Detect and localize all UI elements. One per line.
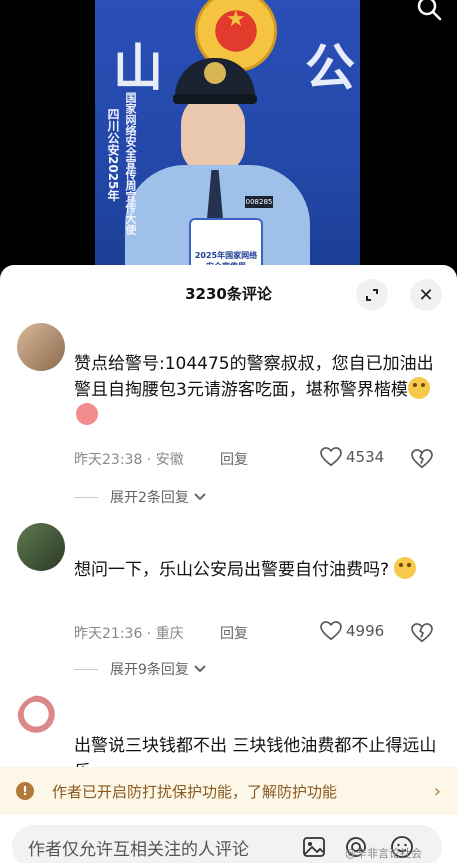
- comment-item: 出警说三块钱都不出 三块钱他油费都不止得远山乐: [0, 695, 457, 770]
- divider: [74, 496, 98, 498]
- like-count: 4996: [346, 622, 385, 640]
- video-vertical-text-left: 四川公安2025年: [106, 108, 120, 202]
- emoji-icon: [407, 377, 430, 399]
- image-icon[interactable]: [302, 835, 326, 859]
- reply-button[interactable]: 回复: [220, 623, 248, 643]
- cap-band: [173, 94, 257, 104]
- video-big-char-right: 公: [305, 38, 355, 97]
- anti-harassment-banner[interactable]: ! 作者已开启防打扰保护功能，了解防护功能 ›: [0, 767, 457, 815]
- badge-number-tag: 008285: [245, 196, 273, 208]
- video-vertical-text-right: 国家网络安全宣传周宣传大使: [124, 92, 137, 235]
- divider: [74, 668, 98, 670]
- like-button[interactable]: 4996: [320, 621, 384, 641]
- comment-input-bar: 作者仅允许互相关注的人评论 @辛非言论社会: [0, 815, 457, 863]
- expand-replies-label: 展开2条回复: [110, 490, 189, 506]
- avatar[interactable]: [17, 523, 65, 571]
- chevron-right-icon: ›: [433, 780, 441, 802]
- comment-item: 想问一下，乐山公安局出警要自付油费吗? 昨天21:36 · 重庆 回复 4996…: [0, 523, 457, 693]
- comment-text-content: 赞点给警号:104475的警察叔叔，您自已加油出警且自掏腰包3元请游客吃面，堪称…: [74, 354, 434, 400]
- cap-badge-icon: [204, 62, 226, 84]
- search-icon[interactable]: [415, 0, 443, 22]
- comment-count-title: 3230条评论: [185, 285, 272, 303]
- comment-sheet-header: 3230条评论 ✕: [0, 265, 457, 323]
- comment-text-content: 想问一下，乐山公安局出警要自付油费吗?: [74, 560, 390, 580]
- watermark: @辛非言论社会: [345, 847, 422, 860]
- expand-icon: [366, 289, 378, 301]
- close-icon: ✕: [418, 284, 434, 306]
- chevron-down-icon: [194, 665, 206, 673]
- emoji-icon: [394, 557, 417, 579]
- comment-time-location: 昨天23:38 · 安徽: [74, 452, 184, 468]
- avatar[interactable]: [17, 323, 65, 371]
- like-count: 4534: [346, 448, 385, 466]
- expand-replies-button[interactable]: 展开2条回复: [74, 487, 207, 507]
- comment-input-placeholder: 作者仅允许互相关注的人评论: [28, 840, 249, 860]
- like-button[interactable]: 4534: [320, 447, 384, 467]
- comment-text: 想问一下，乐山公安局出警要自付油费吗?: [74, 557, 439, 583]
- video-big-char-left: 山: [113, 38, 163, 97]
- close-button[interactable]: ✕: [410, 279, 442, 311]
- expand-replies-label: 展开9条回复: [110, 662, 189, 678]
- reply-button[interactable]: 回复: [220, 449, 248, 469]
- video-held-card: 2025年国家网络安全宣传周: [189, 218, 263, 270]
- officer-face: [181, 94, 245, 174]
- avatar[interactable]: [17, 695, 65, 743]
- emoji-icon: [76, 403, 98, 425]
- expand-replies-button[interactable]: 展开9条回复: [74, 659, 207, 679]
- heart-icon: [320, 447, 342, 467]
- comment-time-location: 昨天21:36 · 重庆: [74, 626, 184, 642]
- heart-icon: [320, 621, 342, 641]
- video-frame: 山 公 008285 四川公安2025年 国家网络安全宣传周宣传大使 2025年…: [95, 0, 360, 270]
- broken-heart-icon[interactable]: [411, 623, 433, 643]
- banner-text: 作者已开启防打扰保护功能，了解防护功能: [52, 782, 338, 801]
- warning-icon: !: [16, 782, 34, 800]
- comment-item: 赞点给警号:104475的警察叔叔，您自已加油出警且自掏腰包3元请游客吃面，堪称…: [0, 323, 457, 513]
- broken-heart-icon[interactable]: [411, 449, 433, 469]
- comment-text: 赞点给警号:104475的警察叔叔，您自已加油出警且自掏腰包3元请游客吃面，堪称…: [74, 351, 439, 429]
- chevron-down-icon: [194, 493, 206, 501]
- comment-text: 出警说三块钱都不出 三块钱他油费都不止得远山乐: [74, 736, 437, 770]
- video-player[interactable]: 山 公 008285 四川公安2025年 国家网络安全宣传周宣传大使 2025年…: [0, 0, 457, 270]
- expand-button[interactable]: [356, 279, 388, 311]
